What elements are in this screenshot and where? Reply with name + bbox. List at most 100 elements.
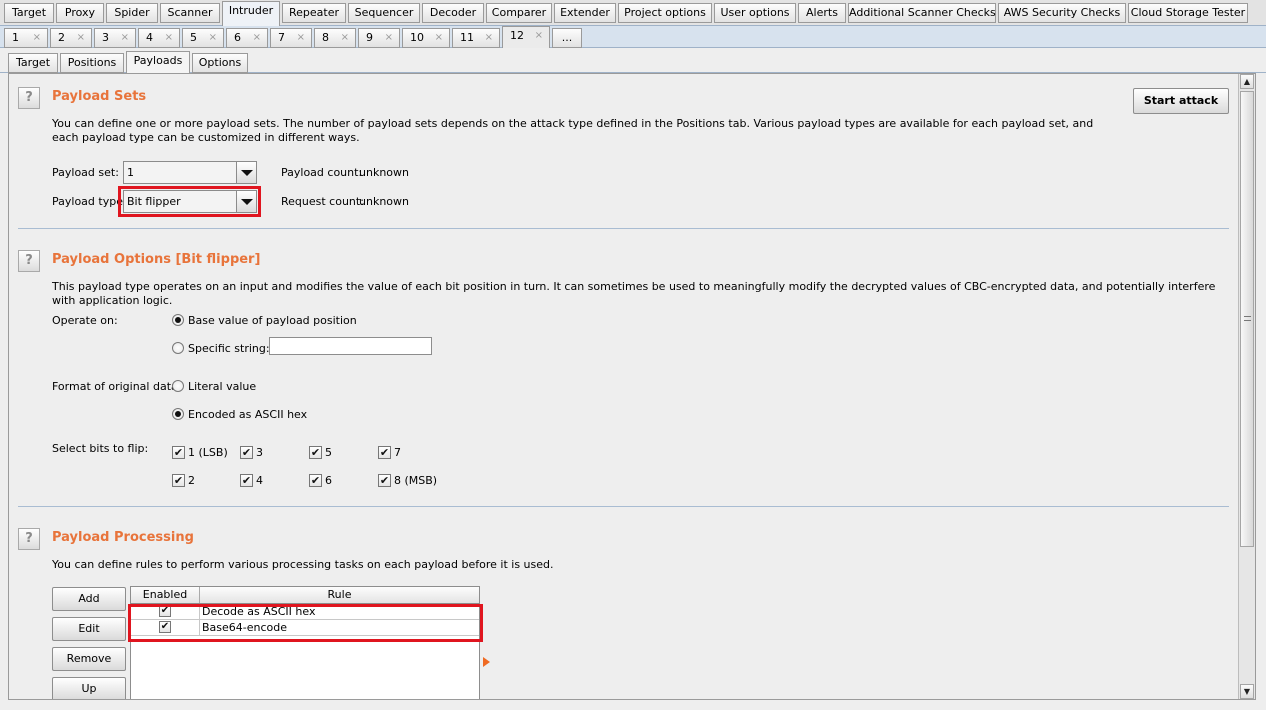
close-icon[interactable]: × [121,29,129,47]
scroll-up-icon[interactable]: ▲ [1240,74,1254,89]
attack-tab-3[interactable]: 3 × [94,28,136,48]
tab-repeater[interactable]: Repeater [282,3,346,23]
tab-aws-security-checks[interactable]: AWS Security Checks [998,3,1126,23]
attack-tab-2[interactable]: 2 × [50,28,92,48]
operate-specific-radio[interactable] [172,342,184,354]
format-label: Format of original data: [52,380,182,393]
payload-set-value: 1 [127,166,134,179]
attack-tab-11[interactable]: 11 × [452,28,500,48]
bits-label: Select bits to flip: [52,442,149,455]
subtab-target[interactable]: Target [8,53,58,73]
attack-tab-1[interactable]: 1 × [4,28,48,48]
bit-4-checkbox[interactable]: ✔ [240,474,253,487]
help-icon[interactable]: ? [18,87,40,109]
bit-8-checkbox[interactable]: ✔ [378,474,391,487]
operate-on-label: Operate on: [52,314,118,327]
attack-tab-label: 7 [278,31,285,44]
attack-tab-label: 5 [190,31,197,44]
close-icon[interactable]: × [77,29,85,47]
tab-proxy[interactable]: Proxy [56,3,104,23]
attack-tab-8[interactable]: 8 × [314,28,356,48]
format-hex-label: Encoded as ASCII hex [188,408,308,421]
tab-cloud-storage-tester[interactable]: Cloud Storage Tester [1128,3,1248,23]
add-rule-button[interactable]: Add [52,587,126,611]
close-icon[interactable]: × [165,29,173,47]
attack-tab-label: 12 [510,29,524,42]
close-icon[interactable]: × [535,27,543,45]
tab-additional-scanner-checks[interactable]: Additional Scanner Checks [848,3,996,23]
close-icon[interactable]: × [209,29,217,47]
up-rule-button[interactable]: Up [52,677,126,699]
tab-scanner[interactable]: Scanner [160,3,220,23]
attack-tab-12[interactable]: 12 × [502,26,550,48]
close-icon[interactable]: × [485,29,493,47]
bit-5-label: 5 [325,446,332,459]
attack-tab-label: 8 [322,31,329,44]
attack-tab-6[interactable]: 6 × [226,28,268,48]
close-icon[interactable]: × [33,29,41,47]
payload-sets-description: You can define one or more payload sets.… [52,117,1094,144]
bit-7-label: 7 [394,446,401,459]
attack-tab-label: 11 [460,31,474,44]
payload-type-label: Payload type: [52,195,127,208]
scroll-thumb[interactable] [1240,91,1254,547]
bit-2-checkbox[interactable]: ✔ [172,474,185,487]
help-icon[interactable]: ? [18,250,40,272]
attack-tab-7[interactable]: 7 × [270,28,312,48]
column-rule[interactable]: Rule [200,587,479,603]
highlight-box [128,604,483,642]
attack-tab-new[interactable]: ... [552,28,582,48]
attack-tab-10[interactable]: 10 × [402,28,450,48]
chevron-down-icon[interactable] [236,162,256,183]
bit-1-checkbox[interactable]: ✔ [172,446,185,459]
bit-5-checkbox[interactable]: ✔ [309,446,322,459]
close-icon[interactable]: × [297,29,305,47]
remove-rule-button[interactable]: Remove [52,647,126,671]
attack-tab-9[interactable]: 9 × [358,28,400,48]
specific-string-input[interactable] [269,337,432,355]
close-icon[interactable]: × [253,29,261,47]
close-icon[interactable]: × [341,29,349,47]
section-divider [18,228,1229,229]
tab-alerts[interactable]: Alerts [798,3,846,23]
close-icon[interactable]: × [435,29,443,47]
operate-base-label: Base value of payload position [188,314,357,327]
resize-marker-icon[interactable] [483,657,490,667]
bit-6-checkbox[interactable]: ✔ [309,474,322,487]
payloads-scroll-area: ? Payload Sets Start attack You can defi… [9,74,1239,699]
attack-tab-label: 1 [12,31,19,44]
tab-project-options[interactable]: Project options [618,3,712,23]
payload-count-value: unknown [359,166,409,179]
format-literal-radio[interactable] [172,380,184,392]
operate-specific-label: Specific string: [188,342,270,355]
tab-decoder[interactable]: Decoder [422,3,484,23]
tab-extender[interactable]: Extender [554,3,616,23]
subtab-options[interactable]: Options [192,53,248,73]
bit-3-checkbox[interactable]: ✔ [240,446,253,459]
column-enabled[interactable]: Enabled [131,587,200,603]
edit-rule-button[interactable]: Edit [52,617,126,641]
start-attack-button[interactable]: Start attack [1133,88,1229,114]
tab-comparer[interactable]: Comparer [486,3,552,23]
format-hex-radio[interactable] [172,408,184,420]
payload-set-select[interactable]: 1 [123,161,257,184]
vertical-scrollbar[interactable]: ▲ ▼ [1238,74,1255,699]
operate-base-radio[interactable] [172,314,184,326]
attack-tab-4[interactable]: 4 × [138,28,180,48]
scroll-down-icon[interactable]: ▼ [1240,684,1254,699]
attack-tab-5[interactable]: 5 × [182,28,224,48]
payload-processing-description: You can define rules to perform various … [52,558,554,571]
tab-sequencer[interactable]: Sequencer [348,3,420,23]
help-icon[interactable]: ? [18,528,40,550]
bit-4-label: 4 [256,474,263,487]
subtab-positions[interactable]: Positions [60,53,124,73]
tab-target[interactable]: Target [4,3,54,23]
tab-user-options[interactable]: User options [714,3,796,23]
close-icon[interactable]: × [385,29,393,47]
tab-intruder[interactable]: Intruder [222,1,280,26]
tab-spider[interactable]: Spider [106,3,158,23]
attack-tab-label: 10 [410,31,424,44]
payload-sets-heading: Payload Sets [52,89,147,104]
bit-7-checkbox[interactable]: ✔ [378,446,391,459]
subtab-payloads[interactable]: Payloads [126,51,190,73]
